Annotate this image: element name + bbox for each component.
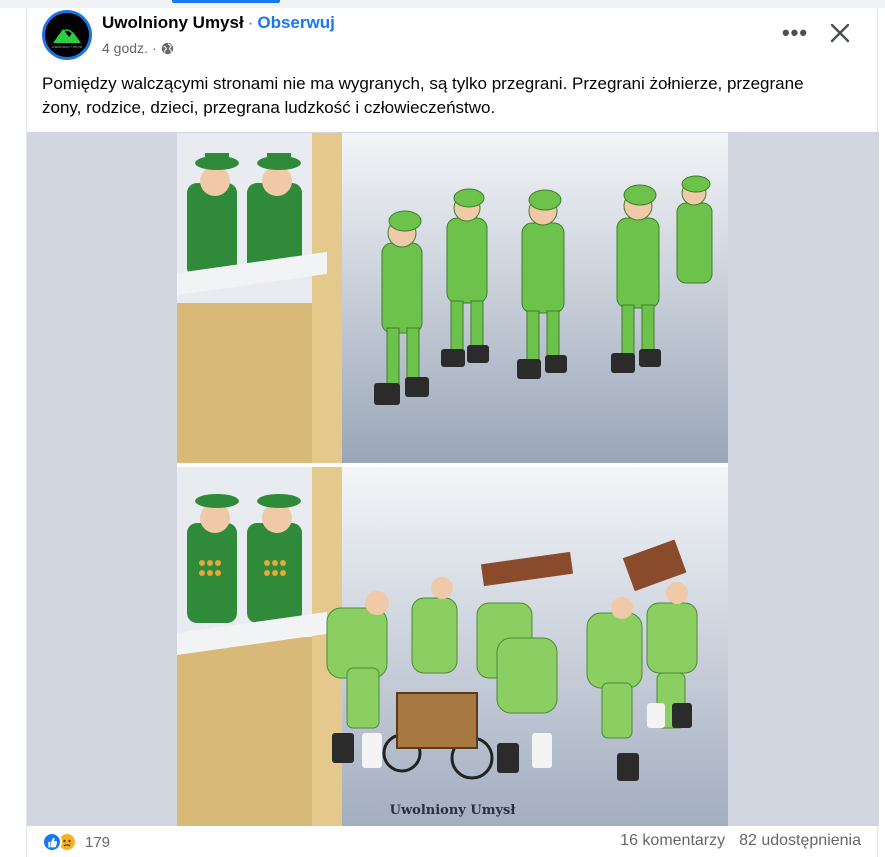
author-name[interactable]: Uwolniony Umysł bbox=[102, 13, 244, 32]
post-card: Uwolniony Umysł Uwolniony Umysł · Obserwuj… bbox=[26, 8, 879, 857]
more-options-button[interactable]: ••• bbox=[780, 18, 810, 48]
avatar-logo: Uwolniony Umysł bbox=[45, 13, 89, 57]
reactions-summary[interactable]: 179 bbox=[42, 832, 110, 852]
post-meta: 4 godz. · bbox=[102, 40, 174, 56]
image-watermark: Uwolniony Umysł bbox=[389, 803, 516, 818]
avatar[interactable]: Uwolniony Umysł bbox=[42, 10, 92, 60]
cartoon-illustration: Uwolniony Umysł bbox=[177, 133, 728, 826]
like-icon bbox=[42, 832, 62, 852]
globe-icon[interactable] bbox=[161, 42, 174, 55]
top-strip bbox=[0, 0, 885, 8]
shares-count[interactable]: 82 udostępnienia bbox=[739, 832, 861, 850]
author-line: Uwolniony Umysł · Obserwuj bbox=[102, 13, 335, 33]
post-footer: 179 16 komentarzy 82 udostępnienia bbox=[27, 826, 877, 857]
reaction-count: 179 bbox=[85, 833, 111, 851]
post-header: Uwolniony Umysł Uwolniony Umysł · Obserwuj… bbox=[27, 8, 877, 68]
post-stats: 16 komentarzy 82 udostępnienia bbox=[620, 832, 861, 850]
separator-dot: · bbox=[247, 13, 254, 32]
more-options-icon: ••• bbox=[781, 20, 809, 45]
post-time[interactable]: 4 godz. bbox=[102, 40, 148, 56]
follow-button[interactable]: Obserwuj bbox=[257, 13, 334, 32]
close-button[interactable] bbox=[823, 16, 857, 50]
active-tab-indicator bbox=[172, 0, 280, 3]
post-image[interactable]: Uwolniony Umysł bbox=[27, 132, 879, 826]
meta-separator: · bbox=[151, 40, 157, 56]
comments-count[interactable]: 16 komentarzy bbox=[620, 832, 725, 850]
close-icon bbox=[830, 23, 850, 43]
avatar-logo-text: Uwolniony Umysł bbox=[52, 45, 82, 49]
post-text: Pomiędzy walczącymi stronami nie ma wygr… bbox=[42, 74, 804, 117]
